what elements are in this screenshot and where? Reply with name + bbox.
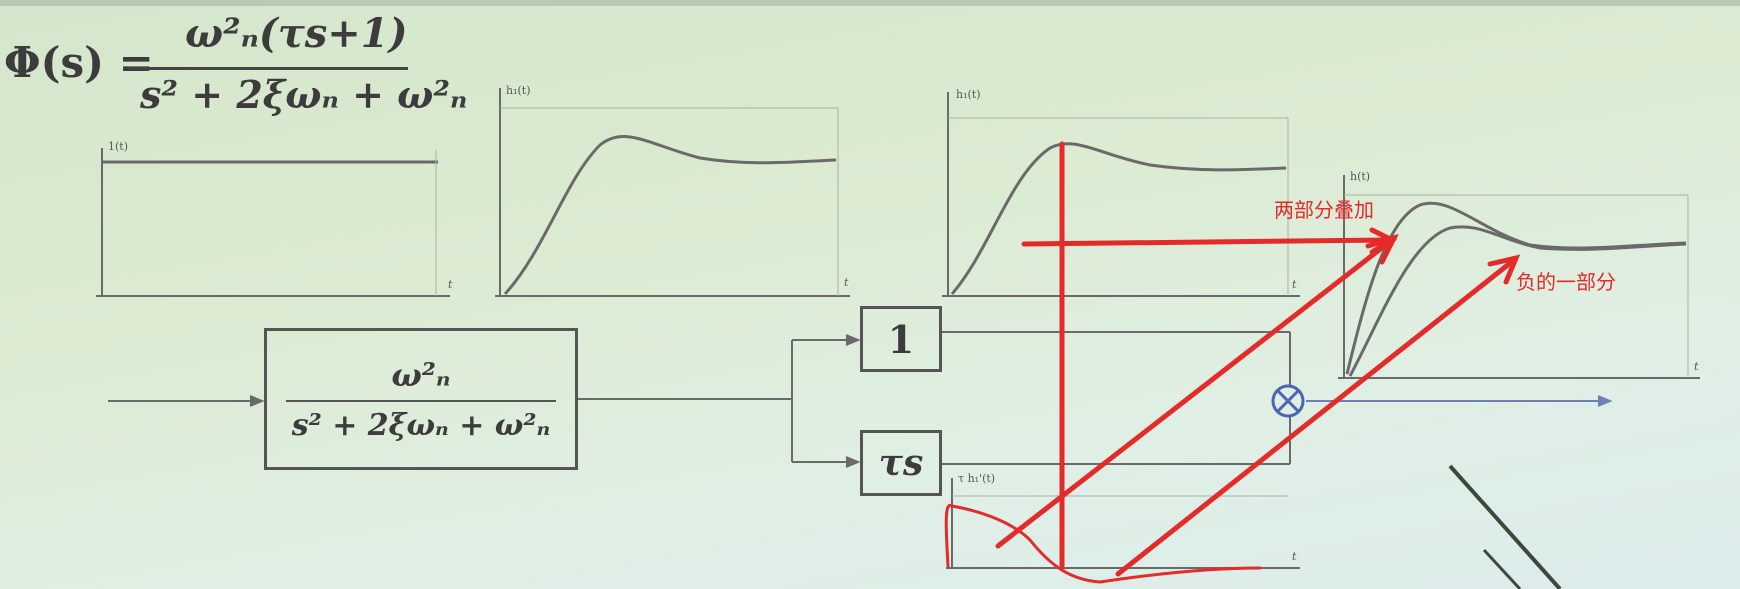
negative-part-annotation: 负的一部分 [1516, 270, 1616, 294]
main-block-numerator: ω²ₙ [391, 355, 451, 394]
plot-response-h1 [942, 92, 1300, 297]
main-block-denominator: s² + 2ξωₙ + ω²ₙ [291, 407, 551, 443]
plot-step-input [96, 148, 450, 297]
main-block-fraction-bar [286, 399, 556, 402]
step-input-axis-label: 1(t) [108, 140, 129, 153]
slide: Φ(s) = ω²ₙ(τs+1) s² + 2ξωₙ + ω²ₙ 1(t) h₁… [0, 0, 1740, 589]
unity-gain-block: 1 [860, 306, 942, 372]
pen-shadow [1448, 464, 1562, 589]
summing-junction [1271, 384, 1305, 418]
red-annotations [944, 141, 1521, 584]
derivative-axis-label: τ h₁'(t) [958, 472, 996, 485]
diagram-drawing [96, 88, 1700, 589]
tau-s-block: τs [860, 430, 942, 496]
t-axis-label-3: t [1292, 278, 1297, 291]
t-axis-label-5: t [1292, 550, 1297, 563]
main-transfer-block: ω²ₙ s² + 2ξωₙ + ω²ₙ [264, 328, 578, 470]
superposition-annotation: 两部分叠加 [1274, 198, 1374, 222]
t-axis-label-2: t [844, 276, 849, 289]
red-horizontal-arrow [1021, 237, 1391, 247]
combined-axis-label: h(t) [1350, 170, 1371, 183]
plot-derivative-part [946, 478, 1300, 569]
red-diagonal-arrow-1 [995, 237, 1395, 549]
response-axis-label: h₁(t) [506, 84, 531, 97]
red-diagonal-arrow-2 [1115, 257, 1517, 577]
plot-step-response [495, 88, 850, 297]
t-axis-label-4: t [1694, 360, 1699, 373]
red-derivative-sketch [944, 503, 1262, 584]
response2-axis-label: h₁(t) [956, 88, 981, 101]
t-axis-label-1: t [448, 278, 453, 291]
